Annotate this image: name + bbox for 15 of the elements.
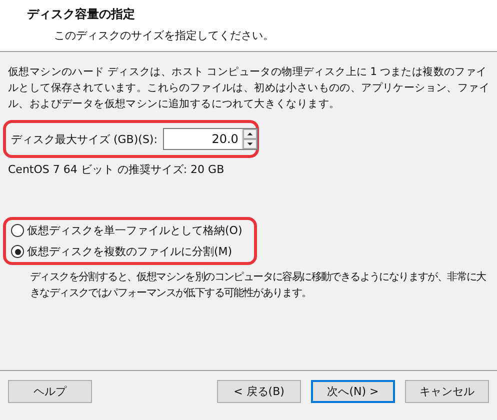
dialog-button[interactable]: 次へ(N) >: [311, 380, 395, 402]
dialog-button[interactable]: < 戻る(B): [217, 380, 301, 402]
dialog-button[interactable]: ヘルプ: [8, 380, 92, 402]
dialog-button[interactable]: キャンセル: [405, 380, 489, 402]
radio-option[interactable]: 仮想ディスクを複数のファイルに分割(M): [11, 244, 232, 259]
page-subtitle: このディスクのサイズを指定してください。: [53, 28, 275, 43]
split-note-text: ディスクを分割すると、仮想マシンを別のコンピュータに容易に移動できるようになりますが、非常に大きなディスクではパフォーマンスが低下する可能性があります。: [30, 270, 487, 301]
radio-button[interactable]: [11, 245, 24, 258]
radio-option[interactable]: 仮想ディスクを単一ファイルとして格納(O): [11, 223, 242, 238]
page-title: ディスク容量の指定: [27, 6, 136, 23]
disk-size-spinner[interactable]: 20.0: [163, 128, 258, 150]
disk-size-label: ディスク最大サイズ (GB)(S):: [11, 132, 158, 146]
description-text: 仮想マシンのハード ディスクは、ホスト コンピュータの物理ディスク上に 1 つまたは複数のファイルとして保存されています。これらのファイルは、初めは小さいものの、アプリケーション、ファイル、およびデータを仮想マシンに追加するにつれて大きくなります。: [8, 65, 491, 112]
radio-button[interactable]: [11, 224, 24, 237]
recommended-size-text: CentOS 7 64 ビット の推奨サイズ: 20 GB: [8, 162, 226, 177]
